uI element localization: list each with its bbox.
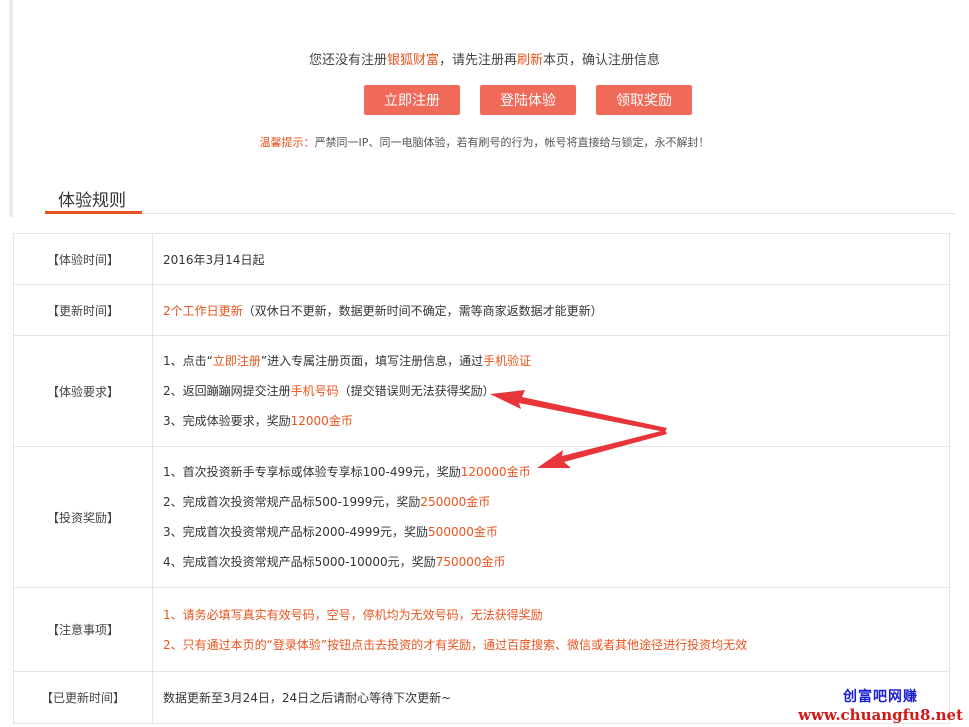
req1-register: 立即注册 xyxy=(212,354,261,368)
rules-divider xyxy=(45,213,956,214)
watermark: 创富吧网赚 www.chuangfu8.net xyxy=(798,686,963,724)
rules-tab-underline xyxy=(45,211,142,214)
row-label-update: 【更新时间】 xyxy=(13,284,153,336)
notice-suffix: 本页，确认注册信息 xyxy=(543,53,661,68)
list-item: 3、完成体验要求，奖励12000金币 xyxy=(163,406,948,436)
update-rest: （双休日不更新，数据更新时间不确定，需等商家返数据才能更新） xyxy=(242,303,603,318)
table-row: 【更新时间】 2个工作日更新（双休日不更新，数据更新时间不确定，需等商家返数据才… xyxy=(13,284,950,336)
brand-link[interactable]: 银狐财富 xyxy=(387,53,439,68)
table-row: 【体验要求】 1、点击“立即注册”进入专属注册页面，填写注册信息，通过手机验证 … xyxy=(13,335,950,447)
inv2-text: 2、完成首次投资常规产品标500-1999元，奖励 xyxy=(163,495,421,509)
req3-reward: 12000金币 xyxy=(290,414,353,428)
inv3-reward: 500000金币 xyxy=(428,525,498,539)
inv4-reward: 750000金币 xyxy=(435,555,506,569)
row-label-time: 【体验时间】 xyxy=(13,233,153,285)
claim-reward-button[interactable]: 领取奖励 xyxy=(596,85,692,115)
notice-prefix: 您还没有注册 xyxy=(308,53,387,68)
watermark-url: www.chuangfu8.net xyxy=(798,706,963,724)
inv2-reward: 250000金币 xyxy=(420,495,491,509)
list-item: 1、点击“立即注册”进入专属注册页面，填写注册信息，通过手机验证 xyxy=(163,346,948,376)
row-value-requirements: 1、点击“立即注册”进入专属注册页面，填写注册信息，通过手机验证 2、返回蹦蹦网… xyxy=(152,335,950,447)
row-value-invest: 1、首次投资新手专享标或体验专享标100-499元，奖励120000金币 2、完… xyxy=(152,446,950,588)
row-value-time: 2016年3月14日起 xyxy=(152,233,950,285)
login-button[interactable]: 登陆体验 xyxy=(480,85,576,115)
table-row: 【投资奖励】 1、首次投资新手专享标或体验专享标100-499元，奖励12000… xyxy=(13,446,950,588)
rules-table: 【体验时间】 2016年3月14日起 【更新时间】 2个工作日更新（双休日不更新… xyxy=(13,233,950,724)
table-row: 【体验时间】 2016年3月14日起 xyxy=(13,233,950,285)
list-item: 1、首次投资新手专享标或体验专享标100-499元，奖励120000金币 xyxy=(163,457,948,487)
req1-verify: 手机验证 xyxy=(483,354,532,368)
row-label-requirements: 【体验要求】 xyxy=(13,335,153,447)
row-label-invest: 【投资奖励】 xyxy=(13,446,153,588)
row-value-notes: 1、请务必填写真实有效号码，空号，停机均为无效号码，无法获得奖励 2、只有通过本… xyxy=(152,587,950,672)
inv1-reward: 120000金币 xyxy=(460,465,531,479)
warning-tip: 温馨提示：严禁同一IP、同一电脑体验，若有刷号的行为，帐号将直接给与锁定，永不解… xyxy=(0,134,969,150)
inv3-text: 3、完成首次投资常规产品标2000-4999元，奖励 xyxy=(163,525,429,539)
table-row: 【注意事项】 1、请务必填写真实有效号码，空号，停机均为无效号码，无法获得奖励 … xyxy=(13,587,950,672)
register-notice: 您还没有注册银狐财富，请先注册再刷新本页，确认注册信息 xyxy=(0,49,969,68)
warning-label: 温馨提示： xyxy=(259,136,315,149)
notice-mid: ，请先注册再 xyxy=(438,53,517,68)
req2-text: 2、返回蹦蹦网提交注册 xyxy=(163,384,291,398)
list-item: 2、返回蹦蹦网提交注册手机号码（提交错误则无法获得奖励） xyxy=(163,376,948,406)
list-item: 1、请务必填写真实有效号码，空号，停机均为无效号码，无法获得奖励 xyxy=(163,607,543,622)
warning-text: 严禁同一IP、同一电脑体验，若有刷号的行为，帐号将直接给与锁定，永不解封！ xyxy=(314,136,710,149)
req2-phone: 手机号码 xyxy=(290,384,339,398)
row-value-update: 2个工作日更新（双休日不更新，数据更新时间不确定，需等商家返数据才能更新） xyxy=(152,284,950,336)
req1-text: 1、点击“ xyxy=(163,354,213,368)
list-item: 4、完成首次投资常规产品标5000-10000元，奖励750000金币 xyxy=(163,547,948,577)
list-item: 2、只有通过本页的“登录体验”按钮点击去投资的才有奖励，通过百度搜索、微信或者其… xyxy=(163,637,748,652)
rules-tab[interactable]: 体验规则 xyxy=(58,186,126,211)
list-item: 3、完成首次投资常规产品标2000-4999元，奖励500000金币 xyxy=(163,517,948,547)
row-label-notes: 【注意事项】 xyxy=(13,587,153,672)
refresh-link[interactable]: 刷新 xyxy=(517,53,543,68)
req2-note: （提交错误则无法获得奖励） xyxy=(338,384,495,398)
left-accent-bar xyxy=(9,0,13,217)
inv4-text: 4、完成首次投资常规产品标5000-10000元，奖励 xyxy=(163,555,436,569)
watermark-title: 创富吧网赚 xyxy=(843,689,919,705)
list-item: 2、完成首次投资常规产品标500-1999元，奖励250000金币 xyxy=(163,487,948,517)
inv1-text: 1、首次投资新手专享标或体验专享标100-499元，奖励 xyxy=(163,465,461,479)
req3-text: 3、完成体验要求，奖励 xyxy=(163,414,291,428)
action-buttons: 立即注册 登陆体验 领取奖励 xyxy=(364,85,692,115)
update-highlight: 2个工作日更新 xyxy=(163,303,243,318)
row-label-updated: 【已更新时间】 xyxy=(13,671,153,724)
req1-text2: ”进入专属注册页面，填写注册信息，通过 xyxy=(260,354,484,368)
register-button[interactable]: 立即注册 xyxy=(364,85,460,115)
